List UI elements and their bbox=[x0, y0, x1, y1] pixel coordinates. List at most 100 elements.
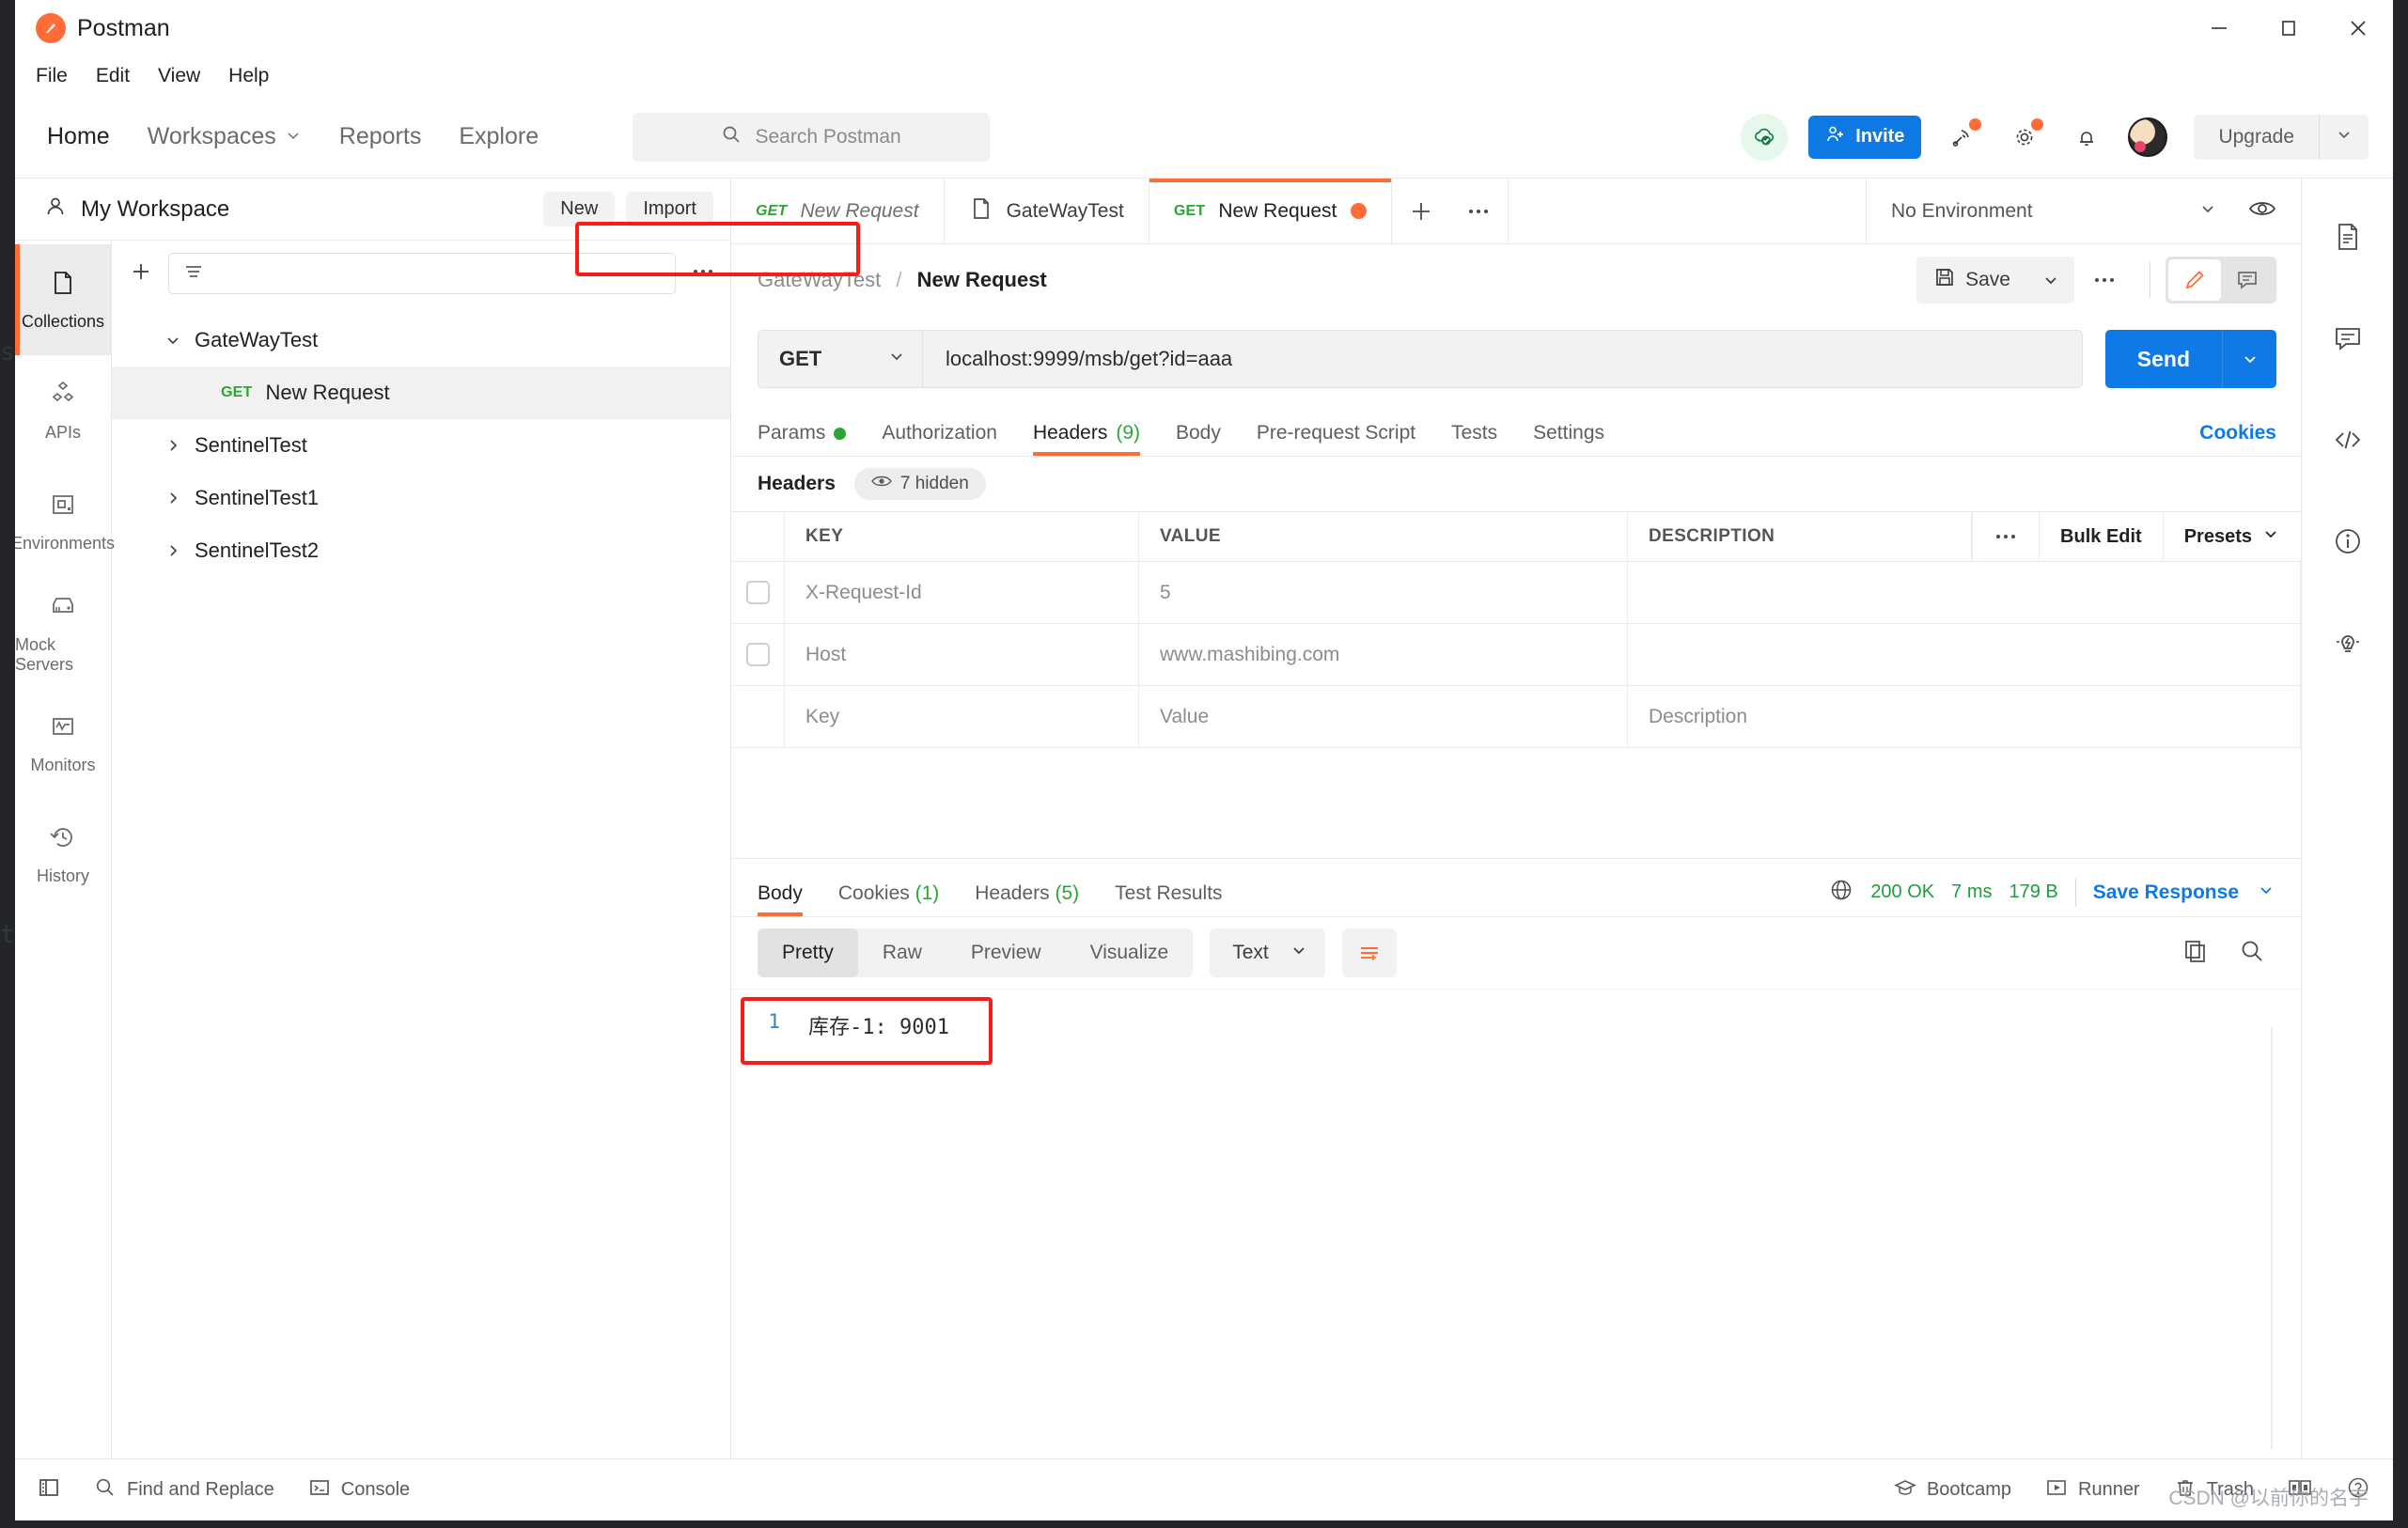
request-more-icon[interactable] bbox=[2074, 274, 2134, 286]
row-checkbox[interactable] bbox=[731, 623, 785, 686]
pill-visualize[interactable]: Visualize bbox=[1066, 928, 1194, 977]
add-collection-icon[interactable] bbox=[129, 259, 153, 288]
tree-item-gatewaytest[interactable]: GateWayTest bbox=[112, 314, 730, 366]
tree-item-sentineltest1[interactable]: SentinelTest1 bbox=[112, 472, 730, 524]
pill-pretty[interactable]: Pretty bbox=[758, 928, 858, 977]
search-icon[interactable] bbox=[2239, 938, 2265, 969]
tree-item-new-request[interactable]: GET New Request bbox=[112, 366, 730, 419]
sidebar-item-collections[interactable]: Collections bbox=[15, 244, 111, 355]
collections-more-icon[interactable] bbox=[691, 265, 715, 282]
chevron-down-icon[interactable] bbox=[2256, 880, 2276, 905]
edit-pencil-icon[interactable] bbox=[2168, 259, 2221, 301]
row-checkbox[interactable] bbox=[731, 561, 785, 624]
nav-workspaces[interactable]: Workspaces bbox=[148, 123, 302, 150]
nav-explore[interactable]: Explore bbox=[459, 123, 539, 150]
row-key[interactable]: Host bbox=[785, 623, 1139, 686]
cloud-check-icon[interactable] bbox=[1741, 113, 1789, 161]
search-input[interactable]: Search Postman bbox=[633, 112, 991, 162]
bell-icon[interactable] bbox=[2066, 117, 2107, 158]
table-row[interactable]: X-Request-Id 5 bbox=[731, 561, 2301, 624]
response-tab-body[interactable]: Body bbox=[758, 882, 803, 916]
method-selector[interactable]: GET bbox=[758, 330, 922, 388]
tab-options-icon[interactable] bbox=[1450, 179, 1509, 243]
table-row-empty[interactable]: Key Value Description bbox=[731, 685, 2301, 748]
vertical-scrollbar[interactable] bbox=[2271, 1027, 2273, 1449]
chevron-right-icon[interactable] bbox=[164, 490, 181, 507]
sidebar-toggle-button[interactable] bbox=[38, 1476, 60, 1505]
wrap-lines-button[interactable] bbox=[1341, 928, 1397, 977]
new-button[interactable]: New bbox=[543, 192, 616, 226]
runner-button[interactable]: Runner bbox=[2045, 1476, 2140, 1505]
row-key[interactable]: X-Request-Id bbox=[785, 561, 1139, 624]
minimize-button[interactable] bbox=[2184, 0, 2254, 56]
response-body-viewer[interactable]: 1 库存-1: 9001 bbox=[731, 989, 2301, 1458]
row-description-placeholder[interactable]: Description bbox=[1628, 685, 2301, 748]
close-button[interactable] bbox=[2323, 0, 2393, 56]
new-tab-button[interactable] bbox=[1392, 179, 1450, 243]
comment-icon[interactable] bbox=[2221, 259, 2274, 301]
hidden-headers-toggle[interactable]: 7 hidden bbox=[853, 468, 986, 500]
row-key-placeholder[interactable]: Key bbox=[785, 685, 1139, 748]
code-icon[interactable] bbox=[2322, 413, 2374, 466]
documentation-icon[interactable] bbox=[2322, 210, 2374, 263]
sidebar-item-environments[interactable]: Environments bbox=[15, 466, 115, 577]
pill-raw[interactable]: Raw bbox=[858, 928, 946, 977]
menu-edit[interactable]: Edit bbox=[96, 65, 130, 87]
nav-home[interactable]: Home bbox=[47, 123, 110, 150]
response-tab-test-results[interactable]: Test Results bbox=[1115, 882, 1222, 916]
menu-file[interactable]: File bbox=[36, 65, 68, 87]
save-button[interactable]: Save bbox=[1916, 257, 2027, 304]
table-row[interactable]: Host www.mashibing.com bbox=[731, 623, 2301, 686]
request-tab-2[interactable]: GateWayTest bbox=[945, 179, 1149, 243]
request-tab-3[interactable]: GET New Request bbox=[1149, 179, 1392, 243]
chevron-down-icon[interactable] bbox=[2320, 125, 2369, 148]
bulk-edit-button[interactable]: Bulk Edit bbox=[2039, 511, 2163, 562]
invite-button[interactable]: Invite bbox=[1808, 115, 1922, 159]
cookies-link[interactable]: Cookies bbox=[2199, 422, 2276, 456]
row-value[interactable]: 5 bbox=[1139, 561, 1628, 624]
environment-selector[interactable]: No Environment bbox=[1866, 179, 2301, 243]
breadcrumb-collection[interactable]: GateWayTest bbox=[758, 268, 881, 291]
send-options-button[interactable] bbox=[2222, 330, 2276, 388]
sidebar-item-apis[interactable]: APIs bbox=[15, 355, 111, 466]
maximize-button[interactable] bbox=[2254, 0, 2323, 56]
find-and-replace-button[interactable]: Find and Replace bbox=[94, 1476, 274, 1505]
menu-help[interactable]: Help bbox=[228, 65, 269, 87]
chevron-down-icon[interactable] bbox=[164, 332, 181, 349]
import-button[interactable]: Import bbox=[626, 192, 713, 226]
pill-preview[interactable]: Preview bbox=[946, 928, 1066, 977]
upgrade-button[interactable]: Upgrade bbox=[2194, 114, 2369, 160]
workspace-name[interactable]: My Workspace bbox=[81, 196, 229, 223]
nav-reports[interactable]: Reports bbox=[339, 123, 422, 150]
gear-icon[interactable] bbox=[2004, 117, 2045, 158]
checkbox-icon[interactable] bbox=[745, 643, 770, 666]
response-tab-cookies[interactable]: Cookies (1) bbox=[838, 882, 939, 916]
response-tab-headers[interactable]: Headers (5) bbox=[975, 882, 1079, 916]
sidebar-item-history[interactable]: History bbox=[15, 799, 111, 910]
checkbox-icon[interactable] bbox=[745, 581, 770, 604]
tab-authorization[interactable]: Authorization bbox=[882, 422, 997, 456]
tree-item-sentineltest2[interactable]: SentinelTest2 bbox=[112, 524, 730, 577]
satellite-icon[interactable] bbox=[1942, 117, 1983, 158]
url-input[interactable]: localhost:9999/msb/get?id=aaa bbox=[922, 330, 2083, 388]
chevron-right-icon[interactable] bbox=[164, 437, 181, 454]
request-tab-1[interactable]: GET New Request bbox=[731, 179, 945, 243]
eye-icon[interactable] bbox=[2239, 198, 2301, 224]
send-button[interactable]: Send bbox=[2104, 330, 2222, 388]
copy-icon[interactable] bbox=[2182, 938, 2209, 969]
tab-pre-request-script[interactable]: Pre-request Script bbox=[1257, 422, 1415, 456]
lightbulb-icon[interactable] bbox=[2322, 616, 2374, 669]
row-description[interactable] bbox=[1628, 561, 2301, 624]
menu-view[interactable]: View bbox=[158, 65, 200, 87]
tree-item-sentineltest[interactable]: SentinelTest bbox=[112, 419, 730, 472]
avatar[interactable] bbox=[2128, 117, 2168, 157]
sidebar-item-mock-servers[interactable]: Mock Servers bbox=[15, 577, 111, 688]
console-button[interactable]: Console bbox=[308, 1476, 410, 1505]
save-options-button[interactable] bbox=[2027, 257, 2074, 304]
chevron-down-icon[interactable] bbox=[2177, 198, 2239, 224]
row-description[interactable] bbox=[1628, 623, 2301, 686]
comment-icon[interactable] bbox=[2322, 312, 2374, 365]
tab-settings[interactable]: Settings bbox=[1533, 422, 1604, 456]
response-format-selector[interactable]: Text bbox=[1210, 928, 1325, 977]
bootcamp-button[interactable]: Bootcamp bbox=[1893, 1476, 2011, 1505]
